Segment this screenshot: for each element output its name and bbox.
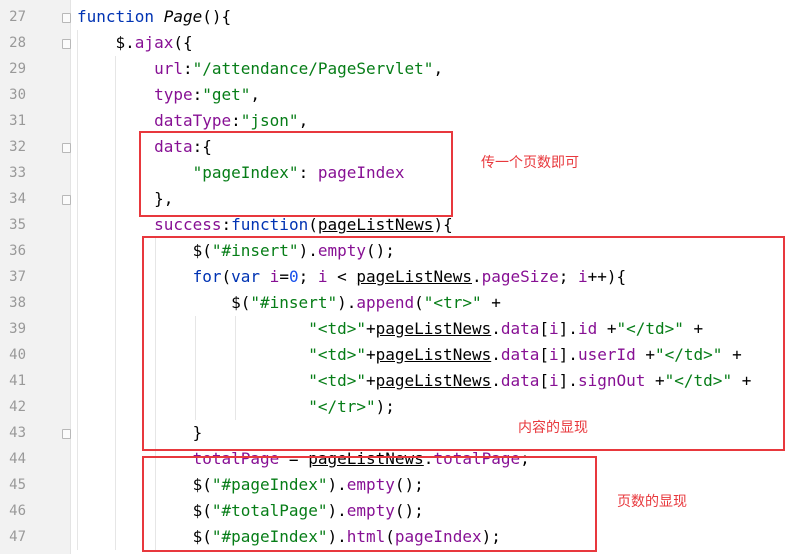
page-highlight-box [142,456,597,552]
line-number: 38 [9,295,26,311]
code-token: : [231,111,241,130]
code-token: $. [77,33,135,52]
line-number: 31 [9,113,26,129]
code-token: : [192,85,203,104]
line-number: 40 [9,347,26,363]
line-number: 37 [9,269,26,285]
fold-icon[interactable] [62,143,71,153]
code-token: function [231,215,309,234]
code-token: function [77,7,164,26]
code-line[interactable]: type:"get", [77,82,260,108]
line-number: 29 [9,61,26,77]
code-token: (){ [202,7,232,26]
content-annotation: 内容的显现 [518,420,588,436]
data-highlight-box [139,131,453,217]
line-number: 35 [9,217,26,233]
code-token: ({ [173,33,193,52]
code-token: , [250,85,261,104]
code-token: "json" [240,111,299,130]
code-token: , [298,111,309,130]
line-number: 42 [9,399,26,415]
code-token: ( [308,215,318,234]
code-token: : [182,59,193,78]
line-number: 39 [9,321,26,337]
code-token: type [154,85,193,104]
code-line[interactable]: $.ajax({ [77,30,193,56]
code-token: "get" [202,85,251,104]
line-number: 28 [9,35,26,51]
fold-icon[interactable] [62,13,71,23]
line-number: 47 [9,529,26,545]
line-number: 27 [9,9,26,25]
code-token: success [154,215,222,234]
code-line[interactable]: function Page(){ [77,4,231,30]
code-line[interactable]: url:"/attendance/PageServlet", [77,56,443,82]
line-number: 41 [9,373,26,389]
code-token: , [433,59,444,78]
line-number: 30 [9,87,26,103]
line-number: 45 [9,477,26,493]
code-token: : [221,215,232,234]
content-highlight-box [142,236,785,451]
code-token: "/attendance/PageServlet" [192,59,434,78]
code-token: url [154,59,183,78]
code-token: ajax [134,33,174,52]
fold-icon[interactable] [62,39,71,49]
code-token: dataType [154,111,232,130]
fold-icon[interactable] [62,429,71,439]
page-annotation: 页数的显现 [617,494,687,510]
code-token: ){ [433,215,453,234]
code-token: pageListNews [317,215,434,234]
line-number: 46 [9,503,26,519]
line-number: 44 [9,451,26,467]
line-number: 43 [9,425,26,441]
line-number: 33 [9,165,26,181]
code-token: Page [163,7,203,26]
fold-icon[interactable] [62,195,71,205]
line-number: 34 [9,191,26,207]
line-number: 36 [9,243,26,259]
data-annotation: 传一个页数即可 [481,155,579,171]
line-number: 32 [9,139,26,155]
